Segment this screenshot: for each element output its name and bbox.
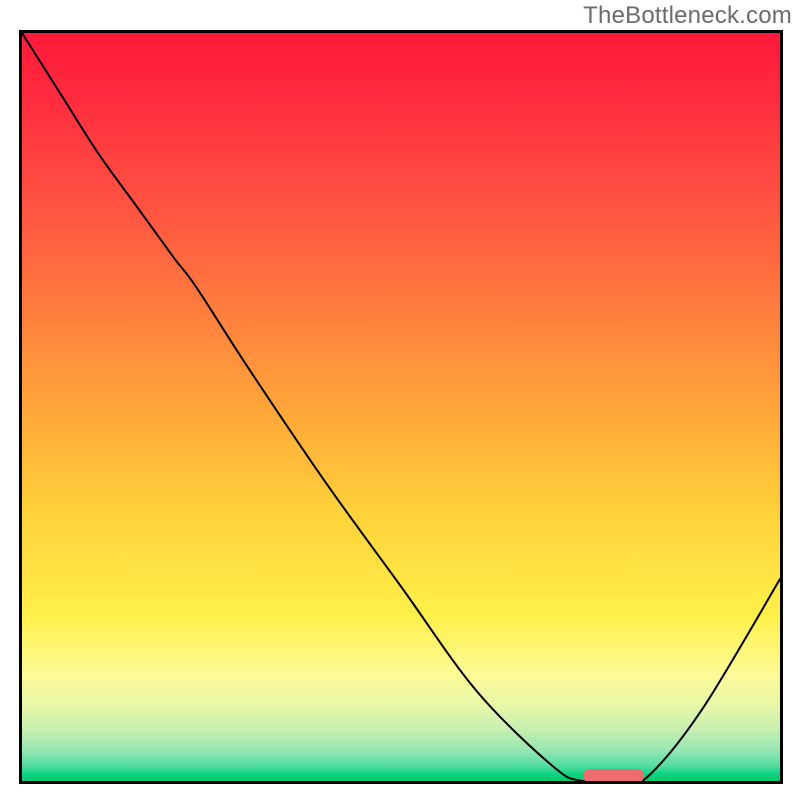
- plot-frame: [19, 30, 783, 784]
- bottleneck-curve: [22, 33, 780, 781]
- chart-stage: TheBottleneck.com: [0, 0, 800, 800]
- curve-path: [22, 33, 780, 781]
- watermark-text: TheBottleneck.com: [583, 2, 792, 30]
- optimal-range-marker: [583, 769, 644, 783]
